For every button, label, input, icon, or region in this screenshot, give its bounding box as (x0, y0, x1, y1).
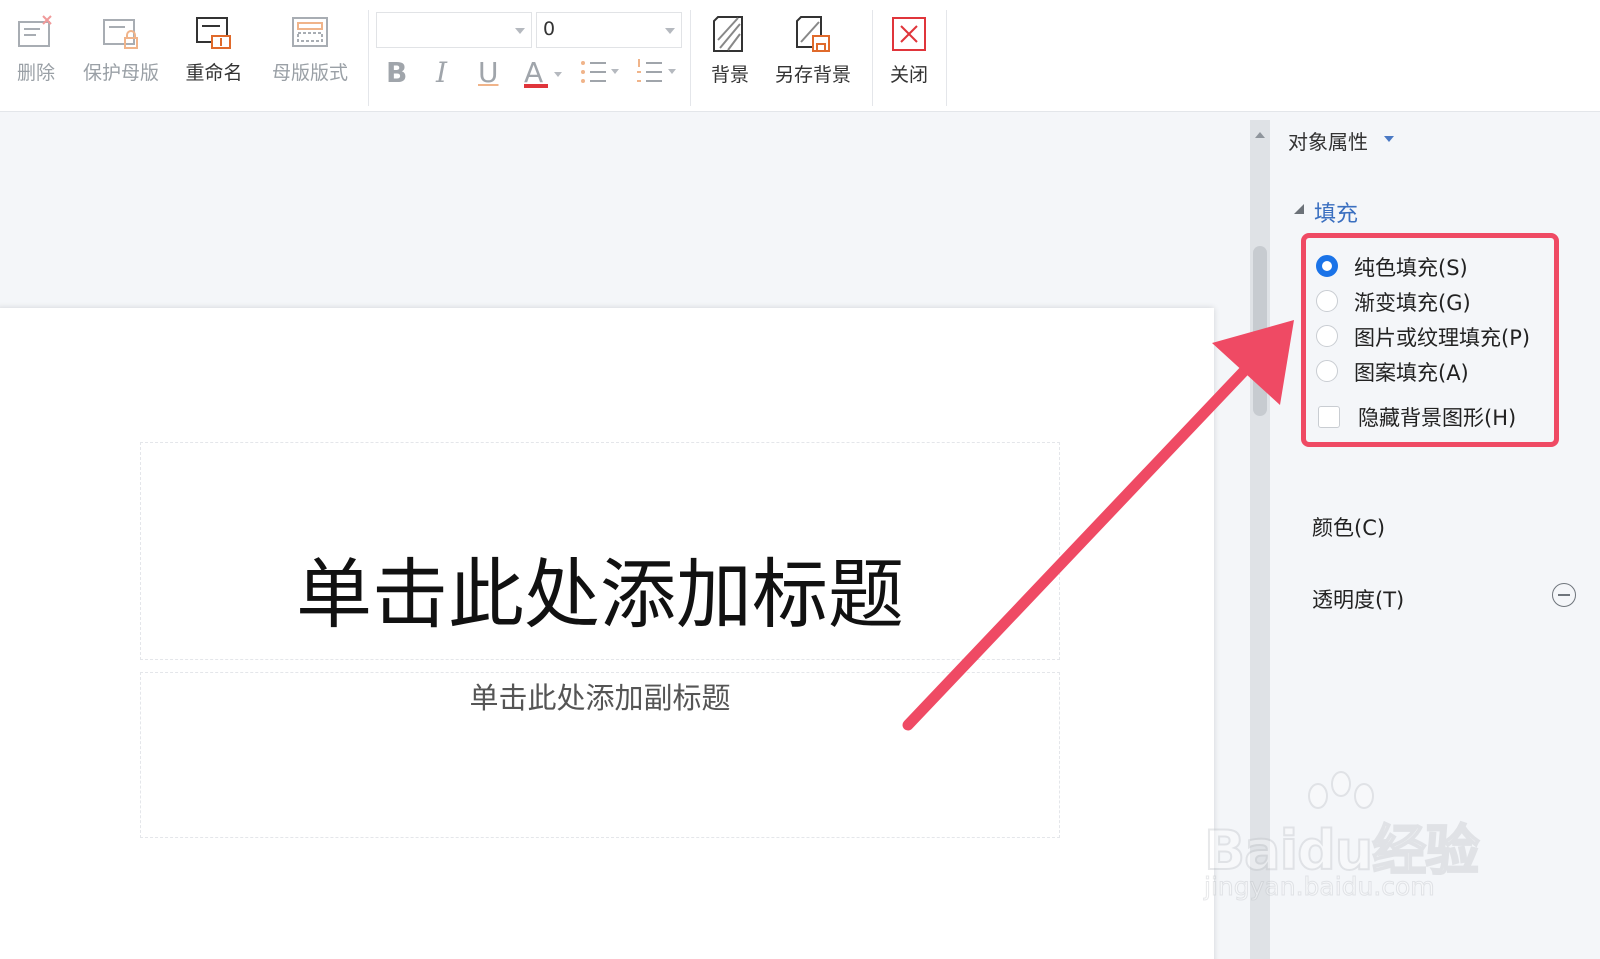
baidu-jingyan-watermark: Baidu经验 jingyan.baidu.com (1200, 770, 1500, 920)
watermark-url: jingyan.baidu.com (1204, 872, 1436, 902)
